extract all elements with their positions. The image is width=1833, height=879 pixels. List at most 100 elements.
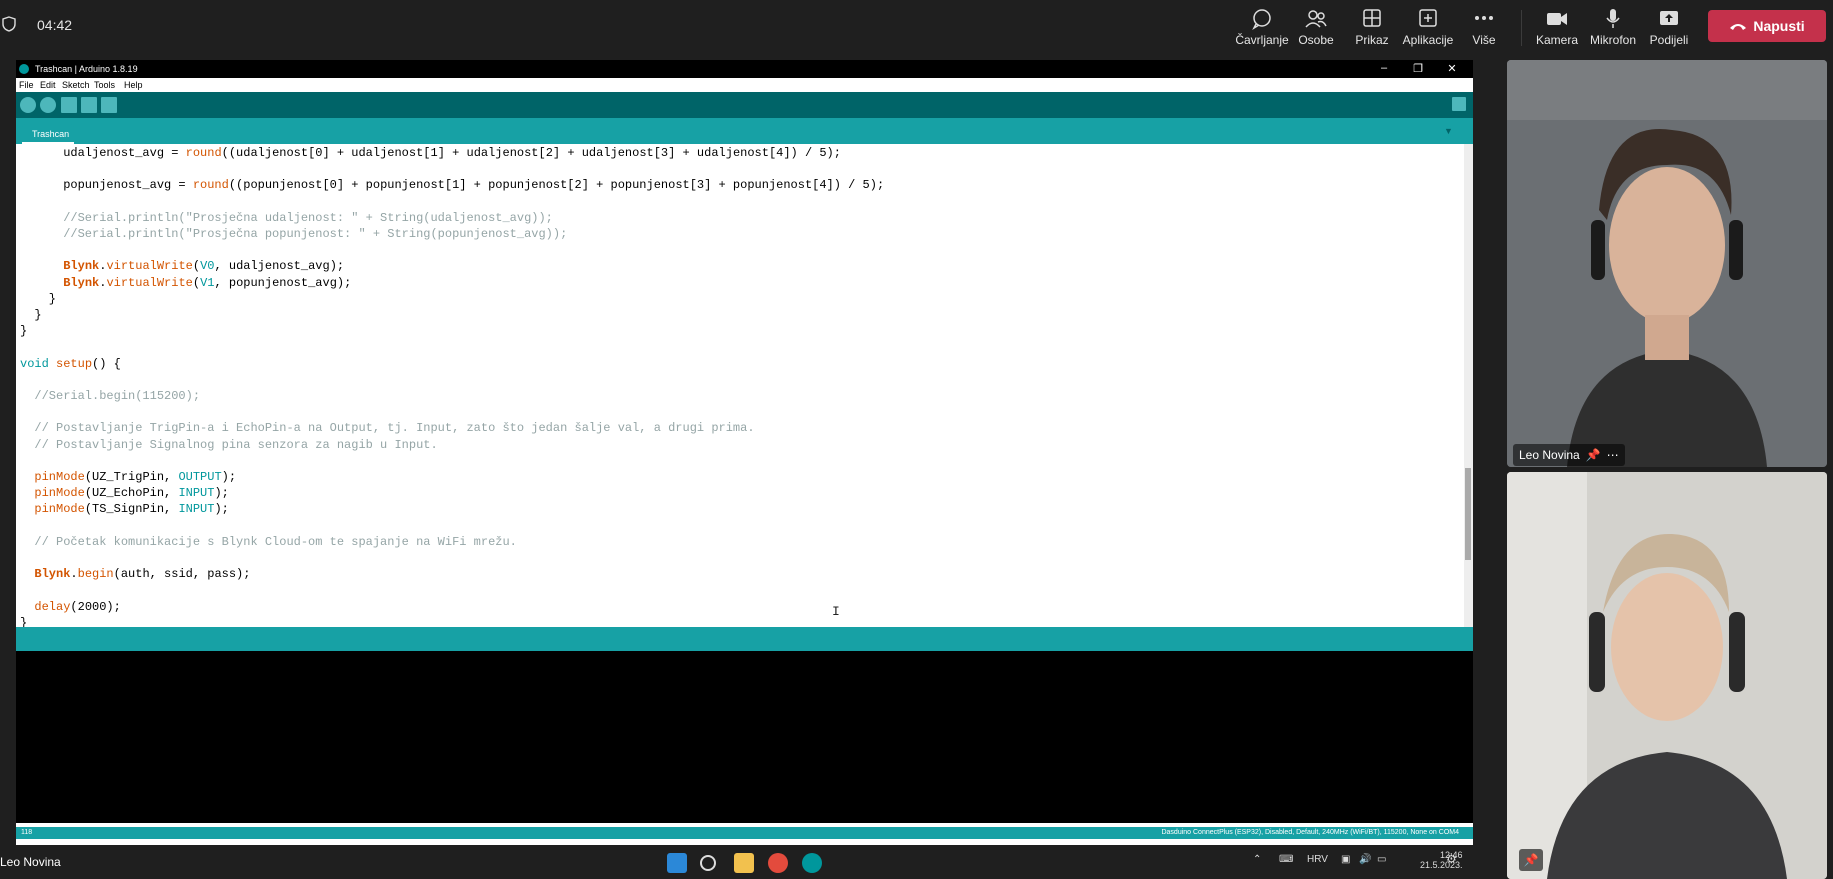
code-line: Blynk.begin(auth, ssid, pass); xyxy=(34,567,251,582)
code-line: //Serial.begin(115200); xyxy=(20,389,201,403)
shared-screen-arduino-ide: Trashcan | Arduino 1.8.19 – ❐ ✕ File Edi… xyxy=(16,60,1473,845)
code-line: popunjenost_avg = round((popunjenost[0] … xyxy=(20,178,885,193)
code-line: delay(2000); xyxy=(34,599,121,614)
new-sketch-icon[interactable] xyxy=(61,97,77,113)
code-line: pinMode(UZ_EchoPin, INPUT); xyxy=(34,486,229,501)
leave-label: Napusti xyxy=(1753,18,1805,34)
battery-icon[interactable]: ▭ xyxy=(1377,854,1386,865)
ide-toolbar xyxy=(16,92,1473,118)
arduino-logo-icon xyxy=(19,64,29,74)
shield-icon xyxy=(2,16,16,32)
participant-video-2[interactable] xyxy=(1507,472,1827,879)
ide-status-footer: 118 Dasduino ConnectPlus (ESP32), Disabl… xyxy=(16,827,1473,839)
add-app-icon xyxy=(1419,9,1437,27)
leave-button[interactable]: Napusti xyxy=(1708,10,1826,42)
editor-scrollbar[interactable] xyxy=(1464,144,1473,647)
code-line: udaljenost_avg = round((udaljenost[0] + … xyxy=(20,146,841,160)
code-line: } xyxy=(20,291,57,306)
board-info: Dasduino ConnectPlus (ESP32), Disabled, … xyxy=(1161,829,1459,836)
ide-title-bar: Trashcan | Arduino 1.8.19 – ❐ ✕ xyxy=(16,60,1473,78)
search-icon[interactable] xyxy=(700,855,716,871)
chat-label: Čavrljanje xyxy=(1235,33,1289,47)
code-line: pinMode(TS_SignPin, INPUT); xyxy=(34,502,229,517)
menu-sketch[interactable]: Sketch xyxy=(62,80,90,90)
tab-menu-icon[interactable]: ▼ xyxy=(1444,126,1453,136)
ide-message-bar xyxy=(16,627,1473,651)
participant-name-tag: Leo Novina 📌 ⋯ xyxy=(1513,444,1625,466)
chrome-icon[interactable] xyxy=(768,853,788,873)
video-feed-participant-1 xyxy=(1507,60,1827,467)
share-icon xyxy=(1660,11,1678,25)
arduino-taskbar-icon[interactable] xyxy=(802,853,822,873)
code-line: // Postavljanje TrigPin-a i EchoPin-a na… xyxy=(20,421,755,436)
menu-edit[interactable]: Edit xyxy=(40,80,56,90)
code-line: pinMode(UZ_TrigPin, OUTPUT); xyxy=(34,470,237,484)
mic-icon xyxy=(1606,9,1620,28)
view-button[interactable]: Prikaz xyxy=(1342,6,1402,50)
network-icon[interactable]: ▣ xyxy=(1341,854,1350,865)
keyboard-icon[interactable]: ⌨ xyxy=(1279,854,1293,865)
upload-icon[interactable] xyxy=(40,97,56,113)
chat-icon xyxy=(1252,9,1271,30)
apps-label: Aplikacije xyxy=(1402,33,1454,47)
people-label: Osobe xyxy=(1298,33,1334,47)
participant-name: Leo Novina xyxy=(1519,448,1580,462)
grid-icon xyxy=(1363,9,1381,27)
participant-options-icon[interactable]: ⋯ xyxy=(1607,444,1619,466)
close-icon[interactable]: ✕ xyxy=(1446,62,1458,76)
line-number: 118 xyxy=(21,829,33,836)
presenter-name: Leo Novina xyxy=(0,855,61,869)
ide-menu-bar: File Edit Sketch Tools Help xyxy=(16,78,1473,92)
pin-icon[interactable]: 📌 xyxy=(1519,849,1543,871)
meeting-timer: 04:42 xyxy=(37,17,73,33)
more-label: Više xyxy=(1472,33,1496,47)
notification-icon[interactable]: ⚙ xyxy=(1446,852,1457,866)
minimize-icon[interactable]: – xyxy=(1378,62,1390,76)
open-sketch-icon[interactable] xyxy=(81,97,97,113)
people-button[interactable]: Osobe xyxy=(1286,6,1346,50)
share-button[interactable]: Podijeli xyxy=(1639,6,1699,50)
code-line: } xyxy=(20,324,28,339)
share-label: Podijeli xyxy=(1649,33,1689,47)
mic-label: Mikrofon xyxy=(1589,33,1636,47)
menu-help[interactable]: Help xyxy=(124,80,143,90)
menu-file[interactable]: File xyxy=(19,80,34,90)
teams-screen: 04:42 Čavrljanje Osobe Prikaz Aplikacije… xyxy=(0,0,1833,879)
mic-button[interactable]: Mikrofon xyxy=(1583,6,1643,50)
phone-hangup-icon xyxy=(1730,24,1747,30)
serial-monitor-icon[interactable] xyxy=(1452,97,1466,111)
verify-icon[interactable] xyxy=(20,97,36,113)
language-indicator[interactable]: HRV xyxy=(1307,854,1328,865)
restore-icon[interactable]: ❐ xyxy=(1412,62,1424,76)
code-editor[interactable]: udaljenost_avg = round((udaljenost[0] + … xyxy=(16,144,1473,647)
more-button[interactable]: Više xyxy=(1454,6,1514,50)
code-line: // Postavljanje Signalnog pina senzora z… xyxy=(20,437,438,452)
ide-window-title: Trashcan | Arduino 1.8.19 xyxy=(35,64,138,74)
volume-icon[interactable]: 🔊 xyxy=(1359,854,1371,865)
video-feed-participant-2 xyxy=(1507,472,1827,879)
code-line: Blynk.virtualWrite(V0, udaljenost_avg); xyxy=(63,259,345,274)
meeting-toolbar: 04:42 Čavrljanje Osobe Prikaz Aplikacije… xyxy=(0,0,1833,56)
ide-console xyxy=(16,651,1473,823)
pin-icon[interactable]: 📌 xyxy=(1586,444,1601,466)
menu-tools[interactable]: Tools xyxy=(94,80,115,90)
save-sketch-icon[interactable] xyxy=(101,97,117,113)
editor-scroll-thumb[interactable] xyxy=(1465,468,1471,560)
code-line: } xyxy=(20,308,42,322)
apps-button[interactable]: Aplikacije xyxy=(1398,6,1458,50)
tray-overflow-icon[interactable]: ⌃ xyxy=(1253,854,1261,865)
tab-trashcan-label: Trashcan xyxy=(32,129,70,139)
ide-tab-strip xyxy=(16,118,1473,144)
camera-icon xyxy=(1547,13,1567,25)
code-line: //Serial.println("Prosječna popunjenost:… xyxy=(20,227,568,241)
camera-label: Kamera xyxy=(1535,33,1579,47)
windows-start-icon[interactable] xyxy=(667,853,687,873)
toolbar-divider xyxy=(1521,10,1522,46)
file-explorer-icon[interactable] xyxy=(734,853,754,873)
participant-video-leo[interactable]: Leo Novina 📌 ⋯ xyxy=(1507,60,1827,467)
camera-button[interactable]: Kamera xyxy=(1527,6,1587,50)
more-icon xyxy=(1475,16,1493,20)
chat-button[interactable]: Čavrljanje xyxy=(1232,6,1292,50)
people-icon xyxy=(1305,10,1327,28)
code-line: //Serial.println("Prosječna udaljenost: … xyxy=(20,210,553,225)
